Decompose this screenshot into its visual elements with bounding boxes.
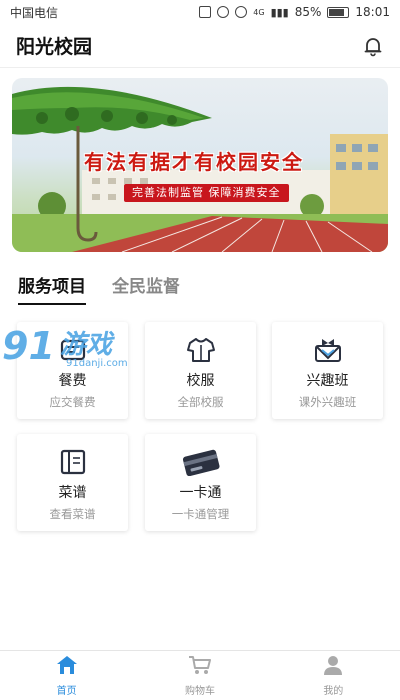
bell-icon[interactable] (362, 35, 384, 57)
carrier-label: 中国电信 (10, 5, 59, 20)
alarm-icon (217, 6, 230, 18)
nav-item-cart[interactable]: 购物车 (133, 651, 266, 700)
service-sub: 一卡通管理 (171, 507, 230, 521)
app-header: 阳光校园 (0, 24, 400, 68)
service-label: 兴趣班 (306, 373, 349, 389)
service-card-meal-fee[interactable]: 餐费 应交餐费 (17, 322, 128, 419)
nav-label: 首页 (56, 686, 77, 697)
meal-fee-icon (59, 336, 87, 364)
app-title: 阳光校园 (16, 36, 93, 58)
nav-item-profile[interactable]: 我的 (267, 651, 400, 700)
bottom-nav: 首页 购物车 我的 (0, 650, 400, 700)
uniform-shirt-icon (186, 336, 216, 364)
service-label: 一卡通 (179, 485, 222, 501)
campus-card-icon (181, 448, 221, 476)
service-label: 菜谱 (58, 485, 87, 501)
banner-headline: 有法有据才有校园安全 (84, 150, 304, 174)
eye-icon (235, 6, 248, 18)
service-card-uniform[interactable]: 校服 全部校服 (145, 322, 256, 419)
service-card-menu[interactable]: 菜谱 查看菜谱 (17, 434, 128, 531)
vibrate-icon (199, 6, 212, 18)
menu-book-icon (59, 448, 87, 476)
cart-icon (188, 654, 212, 680)
service-sub: 全部校服 (177, 395, 224, 409)
service-card-interest-class[interactable]: 兴趣班 课外兴趣班 (272, 322, 383, 419)
network-label: 4G (253, 7, 265, 17)
service-card-campus-card[interactable]: 一卡通 一卡通管理 (145, 434, 256, 531)
service-sub: 查看菜谱 (49, 507, 96, 521)
service-sub: 应交餐费 (49, 395, 96, 409)
service-label: 校服 (186, 373, 215, 389)
signal-icon: ▮▮▮ (270, 5, 289, 19)
service-sub: 课外兴趣班 (298, 395, 357, 409)
battery-icon (327, 6, 350, 18)
user-icon (321, 654, 345, 680)
clock: 18:01 (355, 5, 390, 19)
nav-item-home[interactable]: 首页 (0, 651, 133, 700)
interest-class-icon (313, 336, 343, 364)
nav-label: 购物车 (184, 686, 215, 697)
status-bar: 中国电信 4G ▮▮▮ 85% 18:01 (0, 0, 400, 24)
promo-banner[interactable]: 有法有据才有校园安全 完善法制监管 保障消费安全 (12, 78, 388, 252)
tab-services[interactable]: 服务项目 (18, 272, 86, 305)
status-icons: 4G ▮▮▮ 85% 18:01 (199, 5, 390, 19)
battery-percent: 85% (294, 5, 322, 19)
section-tabs: 服务项目 全民监督 (18, 272, 180, 305)
home-icon (55, 654, 79, 680)
banner-subline: 完善法制监管 保障消费安全 (124, 184, 289, 202)
service-label: 餐费 (58, 373, 87, 389)
tab-public-supervision[interactable]: 全民监督 (112, 272, 180, 305)
nav-label: 我的 (323, 686, 344, 697)
